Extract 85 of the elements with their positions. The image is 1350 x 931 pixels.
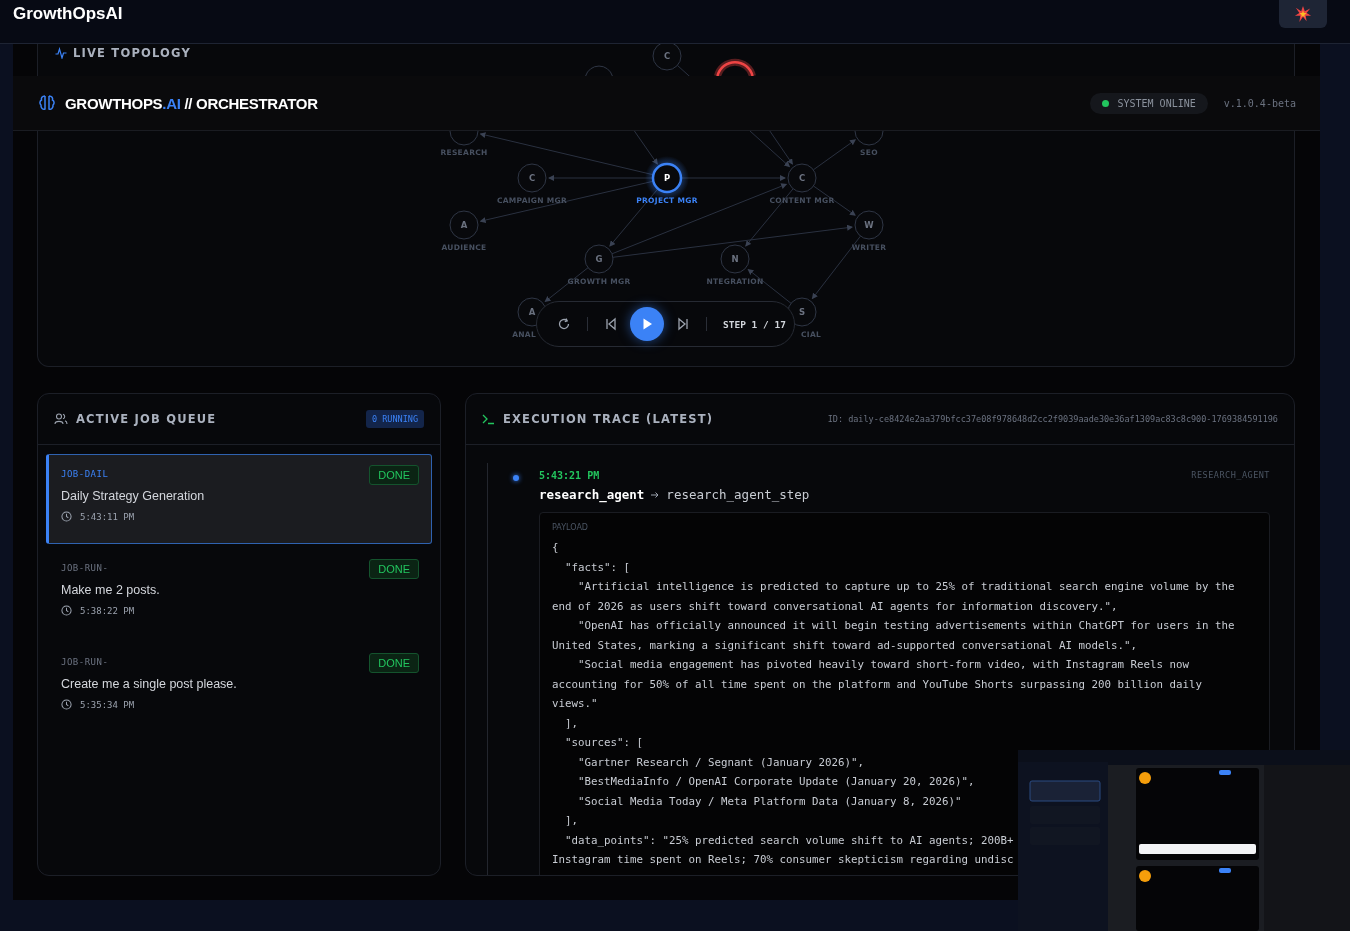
- burst-icon: [1294, 5, 1312, 23]
- agent-name: research_agent: [539, 487, 645, 502]
- code-line: "Social Media Today / Meta Platform Data (January 8, 2026)": [577, 793, 962, 810]
- node-letter: N: [731, 254, 739, 264]
- node-letter: C: [528, 173, 536, 183]
- effects-button[interactable]: [1279, 0, 1327, 28]
- node-letter: W: [864, 220, 874, 230]
- play-button[interactable]: [630, 307, 664, 341]
- job-title: Daily Strategy Generation: [61, 489, 206, 503]
- job-time: 5:43:11 PM: [80, 511, 135, 522]
- brain-icon: [37, 93, 57, 113]
- code-line: "Artificial intelligence is predicted to capture up to 25% of traditional search engine volume by the: [577, 579, 1235, 595]
- connector-arrow: [812, 139, 856, 171]
- status-badge: DONE: [369, 559, 419, 579]
- app-title: GrowthOpsAI: [13, 4, 123, 24]
- clock-icon: [61, 605, 72, 616]
- job-id: JOB-RUN-: [61, 657, 109, 667]
- action-name: research_agent_step: [666, 487, 810, 502]
- job-title: Make me 2 posts.: [61, 583, 161, 597]
- trace-id: ID: daily-ce8424e2aa379bfcc37e08f978648d2cc2f9039aade30e36af1309ac83c8c900-1769384591196: [827, 414, 1278, 424]
- agent-tag: RESEARCH_AGENT: [1191, 470, 1270, 481]
- agent-node[interactable]: [584, 244, 614, 274]
- node-letter: G: [595, 254, 603, 264]
- node-letter: S: [798, 307, 806, 317]
- code-line: accounting for 50% of all time spent on the platform and YouTube Shorts surpassing 200 billion daily: [552, 676, 1203, 693]
- agent-node[interactable]: [449, 130, 479, 146]
- status-text: SYSTEM ONLINE: [1117, 97, 1196, 109]
- node-letter: A: [528, 307, 536, 317]
- card-title: ACTIVE JOB QUEUE: [76, 412, 217, 426]
- code-line: Instagram time spent on Reels; 70% consumer skepticism regarding undisc: [552, 852, 1014, 868]
- step-counter: STEP 1 / 17: [723, 318, 786, 330]
- status-badge: DONE: [369, 653, 419, 673]
- skip-forward-icon[interactable]: [676, 317, 690, 331]
- agent-node[interactable]: [720, 244, 750, 274]
- code-line: end of 2026 as users shift toward conversational AI agents for information discovery.",: [552, 598, 1118, 615]
- job-item[interactable]: JOB-RUN- DONE Make me 2 posts. 5:38:22 PM: [46, 548, 432, 638]
- skip-back-icon[interactable]: [604, 317, 618, 331]
- brand-title: GROWTHOPS.AI // ORCHESTRATOR: [65, 94, 318, 112]
- clock-icon: [61, 511, 72, 522]
- job-title: Create me a single post please.: [61, 677, 238, 691]
- code-line: {: [552, 540, 559, 556]
- activity-icon: [55, 47, 67, 59]
- status-badge: DONE: [369, 465, 419, 485]
- clock-icon: [61, 699, 72, 710]
- payload-label: PAYLOAD: [552, 523, 589, 532]
- code-line: "facts": [: [564, 559, 630, 576]
- code-line: ],: [564, 813, 578, 829]
- agent-node[interactable]: [854, 130, 884, 146]
- agent-node[interactable]: [449, 210, 479, 240]
- running-badge: 0 RUNNING: [365, 410, 424, 428]
- code-line: "sources": [: [564, 735, 643, 751]
- code-line: "Social media engagement has pivoted heavily toward short-form video, with Instagram Reels now: [577, 657, 1190, 673]
- step-time: 5:43:21 PM: [539, 470, 600, 481]
- timeline-dot: [513, 475, 519, 481]
- refresh-icon[interactable]: [557, 317, 571, 331]
- code-line: "OpenAI has officially announced it will begin testing advertisements within ChatGPT for users in the: [577, 618, 1235, 634]
- node-letter: A: [460, 220, 468, 230]
- code-line: "Gartner Research / Segnant (January 2026)",: [577, 754, 864, 771]
- job-time: 5:35:34 PM: [80, 699, 135, 710]
- node-letter: C: [663, 51, 671, 61]
- job-id: JOB-DAIL: [61, 469, 109, 479]
- agent-node[interactable]: [854, 210, 884, 240]
- arrow-icon: [650, 490, 661, 499]
- code-line: "BestMediaInfo / OpenAI Corporate Update (January 20, 2026)",: [577, 774, 975, 790]
- node-letter: C: [798, 173, 806, 183]
- job-time: 5:38:22 PM: [80, 605, 135, 616]
- agent-node[interactable]: [787, 163, 817, 193]
- agent-node[interactable]: [517, 163, 547, 193]
- job-item[interactable]: JOB-DAIL DONE Daily Strategy Generation 5:43:11 PM: [46, 454, 432, 544]
- version-label: v.1.0.4-beta: [1223, 97, 1296, 109]
- code-line: United States, marking a significant shift toward ad-supported conversational AI models.",: [552, 637, 1138, 654]
- code-line: ],: [564, 715, 578, 732]
- code-line: views.": [552, 696, 598, 712]
- card-title: EXECUTION TRACE (LATEST): [503, 412, 714, 426]
- agent-node[interactable]: [652, 43, 682, 71]
- terminal-icon: [482, 413, 495, 425]
- connector-arrow: [813, 185, 856, 216]
- job-item[interactable]: JOB-RUN- DONE Create me a single post please. 5:35:34 PM: [46, 642, 432, 732]
- users-icon: [54, 412, 68, 426]
- node-letter: P: [663, 173, 671, 183]
- job-id: JOB-RUN-: [61, 563, 109, 573]
- play-icon: [640, 317, 654, 331]
- code-line: "data_points": "25% predicted search volume shift to AI agents; 200B+: [564, 832, 1014, 849]
- agent-node[interactable]: [585, 65, 613, 77]
- card-title: LIVE TOPOLOGY: [73, 46, 191, 60]
